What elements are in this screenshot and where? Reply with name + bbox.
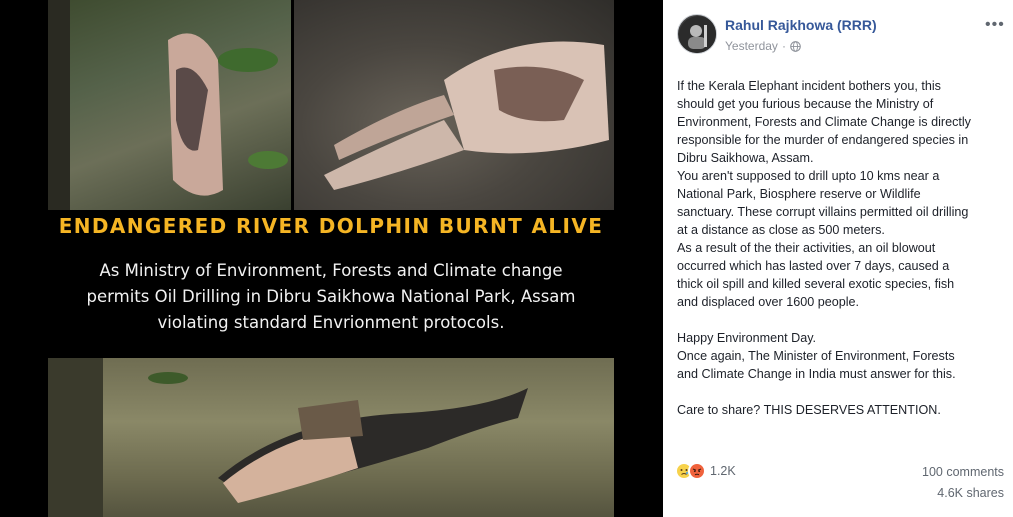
reaction-count: 1.2K: [710, 464, 736, 478]
post-line: thick oil spill and killed several exoti…: [677, 277, 955, 291]
dolphin-photo-top-left: [48, 0, 291, 210]
post-line: at a distance as close as 500 meters.: [677, 223, 885, 237]
post-line: sanctuary. These corrupt villains permit…: [677, 205, 969, 219]
poster-body: As Ministry of Environment, Forests and …: [48, 258, 614, 336]
shares-count[interactable]: 4.6K shares: [937, 486, 1004, 500]
angry-reaction-icon: [688, 462, 706, 480]
post-timestamp[interactable]: Yesterday: [725, 39, 778, 53]
comments-count[interactable]: 100 comments: [922, 465, 1004, 479]
post-panel: Rahul Rajkhowa (RRR) Yesterday · ••• If …: [663, 0, 1013, 517]
post-line: Care to share? THIS DESERVES ATTENTION.: [677, 403, 941, 417]
poster-body-line: As Ministry of Environment, Forests and …: [99, 261, 563, 280]
post-line: Once again, The Minister of Environment,…: [677, 349, 955, 363]
post-line: If the Kerala Elephant incident bothers …: [677, 79, 941, 93]
post-line: responsible for the murder of endangered…: [677, 133, 969, 147]
post-line: occurred which has lasted over 7 days, c…: [677, 259, 950, 273]
dolphin-photo-bottom: [48, 358, 614, 517]
media-viewer: ENDANGERED RIVER DOLPHIN BURNT ALIVE As …: [0, 0, 663, 517]
poster-headline: ENDANGERED RIVER DOLPHIN BURNT ALIVE: [58, 214, 604, 238]
post-line: and Climate Change in India must answer …: [677, 367, 956, 381]
post-line: and displaced over 1600 people.: [677, 295, 860, 309]
globe-icon: [790, 40, 801, 52]
post-line: You aren't supposed to drill upto 10 kms…: [677, 169, 940, 183]
post-text: If the Kerala Elephant incident bothers …: [677, 77, 1007, 419]
dolphin-photo-top-right: [294, 0, 614, 210]
reactions-summary[interactable]: 1.2K: [675, 462, 736, 480]
post-line: should get you furious because the Minis…: [677, 97, 934, 111]
post-line: Environment, Forests and Climate Change …: [677, 115, 971, 129]
post-line: Happy Environment Day.: [677, 331, 817, 345]
post-author[interactable]: Rahul Rajkhowa (RRR): [725, 17, 877, 33]
avatar[interactable]: [677, 14, 717, 54]
poster-body-line: permits Oil Drilling in Dibru Saikhowa N…: [86, 287, 576, 306]
post-image[interactable]: ENDANGERED RIVER DOLPHIN BURNT ALIVE As …: [48, 0, 614, 517]
poster-body-line: violating standard Envrionment protocols…: [157, 313, 505, 332]
more-options-icon[interactable]: •••: [985, 16, 1005, 34]
post-line: As a result of the their activities, an …: [677, 241, 936, 255]
post-meta: Yesterday ·: [725, 39, 801, 53]
post-line: Dibru Saikhowa, Assam.: [677, 151, 814, 165]
post-line: National Park, Biosphere reserve or Wild…: [677, 187, 921, 201]
